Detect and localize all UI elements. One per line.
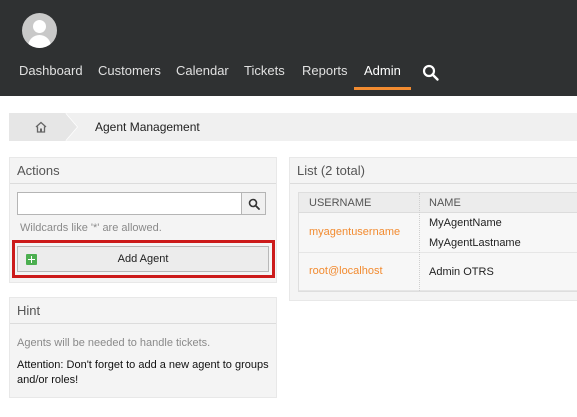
breadcrumb-current: Agent Management [95,120,200,134]
nav-admin[interactable]: Admin [354,60,411,90]
hint-header: Hint [10,298,276,324]
hint-text-agents: Agents will be needed to handle tickets. [17,337,211,349]
column-header-name[interactable]: NAME [419,193,577,213]
avatar-head [33,20,46,33]
name-line2: MyAgentLastname [429,237,521,249]
table-row[interactable]: myagentusername MyAgentName MyAgentLastn… [299,213,577,253]
hint-title: Hint [17,303,41,318]
username-link[interactable]: myagentusername [309,226,400,238]
nav-tickets[interactable]: Tickets [244,60,285,90]
actions-title: Actions [17,163,60,178]
avatar-body [28,35,51,48]
actions-panel: Actions Wildcards like '*' are allowed. … [9,157,277,283]
top-header: Dashboard Customers Calendar Tickets Rep… [0,0,577,96]
wildcard-hint: Wildcards like '*' are allowed. [20,222,162,234]
hint-text-attention: Attention: Don't forget to add a new age… [17,359,269,386]
avatar[interactable] [22,13,57,48]
list-panel: List (2 total) USERNAME NAME myagentuser… [289,157,577,301]
breadcrumb: Agent Management [9,113,577,141]
search-icon[interactable] [422,64,440,82]
nav-reports[interactable]: Reports [302,60,348,90]
nav-dashboard[interactable]: Dashboard [19,60,83,90]
column-header-username[interactable]: USERNAME [299,193,419,213]
agents-table: USERNAME NAME myagentusername MyAgentNam… [298,192,577,292]
nav-calendar[interactable]: Calendar [176,60,229,90]
nav-customers[interactable]: Customers [98,60,161,90]
actions-header: Actions [10,158,276,184]
hint-panel: Hint Agents will be needed to handle tic… [9,297,277,398]
list-header: List (2 total) [290,158,577,184]
agent-search-button[interactable] [241,192,266,215]
breadcrumb-home[interactable] [9,113,65,141]
name-line1: MyAgentName [429,217,502,229]
nav-admin-label: Admin [364,63,401,78]
table-row[interactable]: root@localhost Admin OTRS [299,253,577,291]
list-title: List (2 total) [297,163,365,178]
name-line1: Admin OTRS [429,266,494,278]
username-link[interactable]: root@localhost [309,265,383,277]
breadcrumb-arrow [65,113,77,141]
add-agent-label: Add Agent [117,253,169,265]
column-divider [419,193,420,291]
agent-search-input[interactable] [17,192,242,215]
active-nav-underline [354,87,411,90]
home-icon [34,120,48,134]
search-icon [248,198,260,210]
add-agent-button[interactable]: Add Agent [17,246,269,272]
